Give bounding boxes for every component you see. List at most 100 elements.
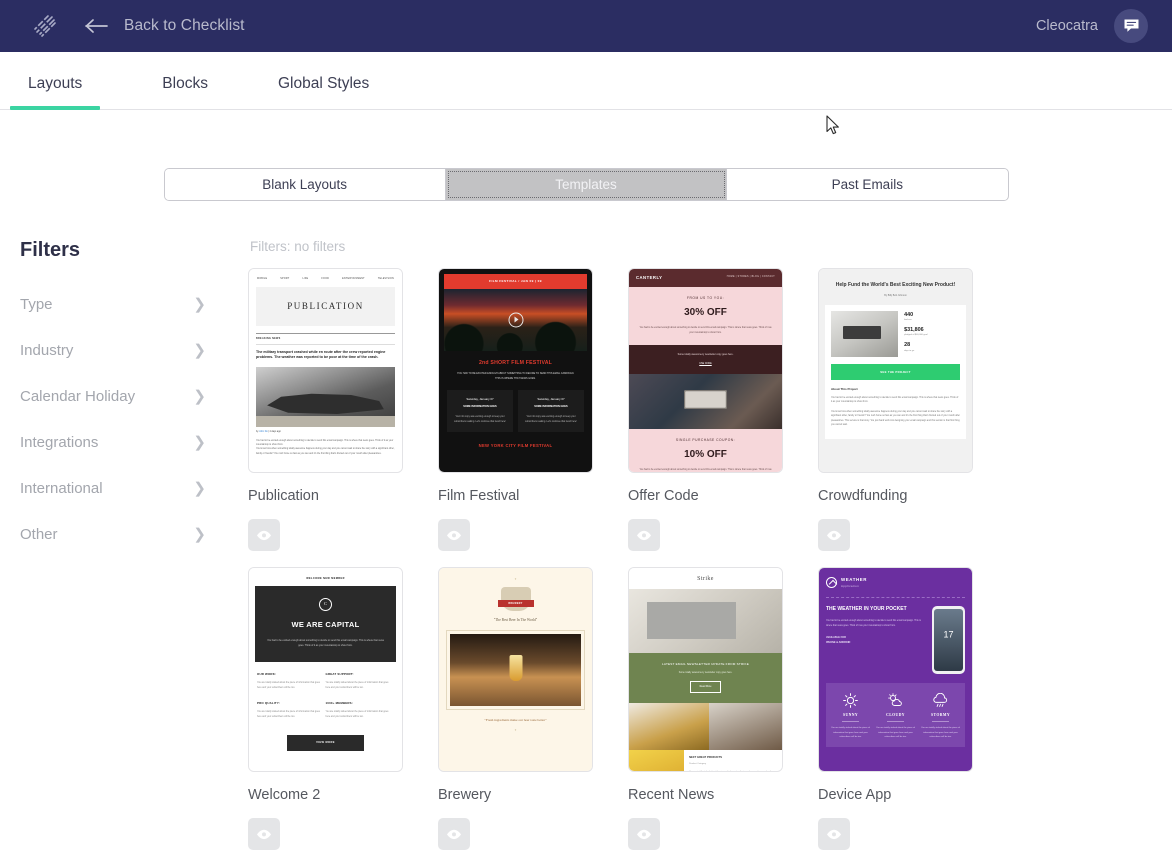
template-title-film-festival: Film Festival	[438, 488, 520, 504]
sidebar-item-international[interactable]: International ❯	[20, 480, 248, 497]
offer-code-photo	[629, 373, 782, 429]
chevron-right-icon: ❯	[193, 296, 206, 313]
offer-code-block-2: SINGLE PURCHASE COUPON: 10% OFF You had …	[629, 428, 782, 472]
sidebar-item-other[interactable]: Other ❯	[20, 526, 248, 543]
divider	[826, 596, 965, 598]
brewery-badge-label: BREWERY	[508, 601, 523, 605]
column-text: Your info copy was exciting enough to ke…	[525, 416, 577, 423]
play-circle-icon[interactable]	[508, 312, 523, 328]
eye-icon	[827, 530, 841, 540]
recent-news-hero-photo	[629, 589, 782, 653]
welcome-2-view-more-button[interactable]: VIEW MORE	[286, 735, 365, 751]
product-category: Product Category	[689, 762, 707, 765]
publication-nav-item: FOOD	[321, 277, 330, 280]
preview-button-brewery[interactable]	[438, 818, 470, 850]
preview-button-publication[interactable]	[248, 519, 280, 551]
offer-code-body-2: You had to be excited enough about somet…	[639, 468, 772, 471]
welcome-2-feature: OUR WORK: You are totally stoked about t…	[257, 672, 326, 701]
sidebar-item-type-label: Type	[20, 296, 53, 313]
sidebar-item-industry-label: Industry	[20, 342, 74, 359]
offer-code-use-code-link-1[interactable]: USE CODE	[699, 362, 712, 365]
offer-code-kicker-1: FROM US TO YOU:	[687, 296, 724, 301]
feather-logo[interactable]	[28, 9, 62, 43]
publication-nav-item: MOBILE	[257, 277, 268, 280]
tab-blocks[interactable]: Blocks	[144, 75, 226, 109]
eye-icon	[827, 829, 841, 839]
publication-masthead-text: PUBLICATION	[287, 300, 364, 311]
divider	[842, 721, 859, 723]
offer-code-cta-1: Some totally awesome-ly newsletter copy …	[629, 345, 782, 374]
back-to-checklist-button[interactable]: Back to Checklist	[84, 17, 245, 35]
feature-title: 1000+ MEMBERS:	[325, 701, 353, 706]
template-title-crowdfunding: Crowdfunding	[818, 488, 908, 504]
weather-card-title: STORMY	[931, 712, 950, 717]
sidebar-item-integrations-label: Integrations	[20, 434, 99, 451]
arrow-left-icon	[84, 17, 110, 35]
preview-button-recent-news[interactable]	[628, 818, 660, 850]
segment-past-emails[interactable]: Past Emails	[727, 169, 1008, 200]
template-title-device-app: Device App	[818, 787, 892, 803]
sidebar-item-integrations[interactable]: Integrations ❯	[20, 434, 248, 451]
tab-layouts[interactable]: Layouts	[10, 75, 101, 110]
column-text: Your info copy was exciting enough to ke…	[454, 416, 506, 423]
publication-masthead: PUBLICATION	[256, 286, 395, 327]
feature-title: PRO QUALITY:	[257, 701, 280, 706]
tab-layouts-label: Layouts	[28, 75, 83, 92]
preview-button-device-app[interactable]	[818, 818, 850, 850]
preview-button-offer-code[interactable]	[628, 519, 660, 551]
brewery-preview: ✦ BREWERY "The Best Beer In The World" "…	[439, 568, 592, 771]
sidebar-item-industry[interactable]: Industry ❯	[20, 342, 248, 359]
film-festival-column: Saturday, January 07 SOME INFORMATION GO…	[518, 390, 584, 432]
preview-button-crowdfunding[interactable]	[818, 519, 850, 551]
recent-news-read-more-button[interactable]: Read More	[689, 681, 722, 693]
beer-glass	[509, 655, 522, 682]
stat-days-label: days to go	[904, 349, 915, 352]
film-festival-footer: NEW YORK CITY FILM FESTIVAL	[478, 442, 553, 448]
tab-global-styles[interactable]: Global Styles	[260, 75, 387, 109]
byline-author-link[interactable]: John Do	[259, 431, 268, 433]
preview-button-welcome-2[interactable]	[248, 818, 280, 850]
chat-bubble-icon[interactable]	[1114, 9, 1148, 43]
stat-backers-label: backers	[904, 318, 912, 321]
eye-icon	[257, 530, 271, 540]
device-app-header: WEATHER Application	[826, 575, 965, 595]
template-thumbnail-recent-news[interactable]: Strike LATEST EMAIL NEWSLETTER UPDATE FR…	[628, 567, 783, 772]
column-date: Saturday, January 07	[466, 397, 494, 402]
template-thumbnail-offer-code[interactable]: CANTERLY HOME | STORES | BLOG | CONTACT …	[628, 268, 783, 473]
feature-text: You are totally stoked about the piece o…	[325, 682, 389, 690]
template-thumbnail-crowdfunding[interactable]: Help Fund the World's Best Exciting New …	[818, 268, 973, 473]
content-area: Filters Type ❯ Industry ❯ Calendar Holid…	[0, 201, 1172, 866]
welcome-2-headline: WE ARE CAPITAL	[291, 619, 360, 629]
feature-text: You are totally stoked about the piece o…	[257, 711, 320, 719]
sidebar-item-type[interactable]: Type ❯	[20, 296, 248, 313]
film-festival-header: FILM FESTIVAL / JAN 09 | 09	[444, 274, 587, 289]
segment-blank-layouts[interactable]: Blank Layouts	[164, 169, 446, 200]
top-bar: Back to Checklist Cleocatra	[0, 0, 1172, 52]
sidebar-item-calendar-holiday[interactable]: Calendar Holiday ❯	[20, 388, 248, 405]
template-thumbnail-publication[interactable]: MOBILE SPORT LIFE FOOD ENTERTAINMENT TEL…	[248, 268, 403, 473]
publication-nav-item: ENTERTAINMENT	[342, 277, 365, 280]
template-card-film-festival: FILM FESTIVAL / JAN 09 | 09 2nd SHORT FI…	[438, 268, 593, 551]
weather-card-text: You are totally stoked about the piece o…	[921, 727, 960, 739]
sun-icon	[830, 692, 871, 709]
template-thumbnail-brewery[interactable]: ✦ BREWERY "The Best Beer In The World" "…	[438, 567, 593, 772]
welcome-2-feature: PRO QUALITY: You are totally stoked abou…	[257, 701, 326, 730]
phone-screen	[934, 608, 963, 671]
crowdfunding-photo	[831, 310, 899, 357]
chevron-right-icon: ❯	[193, 434, 206, 451]
template-thumbnail-device-app[interactable]: WEATHER Application THE WEATHER IN YOUR …	[818, 567, 973, 772]
template-title-offer-code: Offer Code	[628, 488, 699, 504]
preview-button-film-festival[interactable]	[438, 519, 470, 551]
template-card-publication: MOBILE SPORT LIFE FOOD ENTERTAINMENT TEL…	[248, 268, 403, 551]
byline-suffix: | 4 days ago	[268, 431, 281, 434]
segment-templates[interactable]: Templates	[445, 169, 728, 200]
publication-nav-item: TELEVISION	[377, 277, 394, 280]
publication-headline: The military transport crashed while en …	[256, 349, 386, 360]
user-name[interactable]: Cleocatra	[1036, 18, 1098, 34]
template-thumbnail-film-festival[interactable]: FILM FESTIVAL / JAN 09 | 09 2nd SHORT FI…	[438, 268, 593, 473]
feature-text: You are totally stoked about the piece o…	[257, 682, 320, 690]
template-thumbnail-welcome-2[interactable]: WELCOME NEW MEMBER C WE ARE CAPITAL You …	[248, 567, 403, 772]
brewery-photo	[450, 633, 581, 706]
crowdfunding-cta-button[interactable]: SEE THE PROJECT	[831, 363, 960, 381]
feature-title: GREAT SUPPORT:	[325, 672, 354, 677]
